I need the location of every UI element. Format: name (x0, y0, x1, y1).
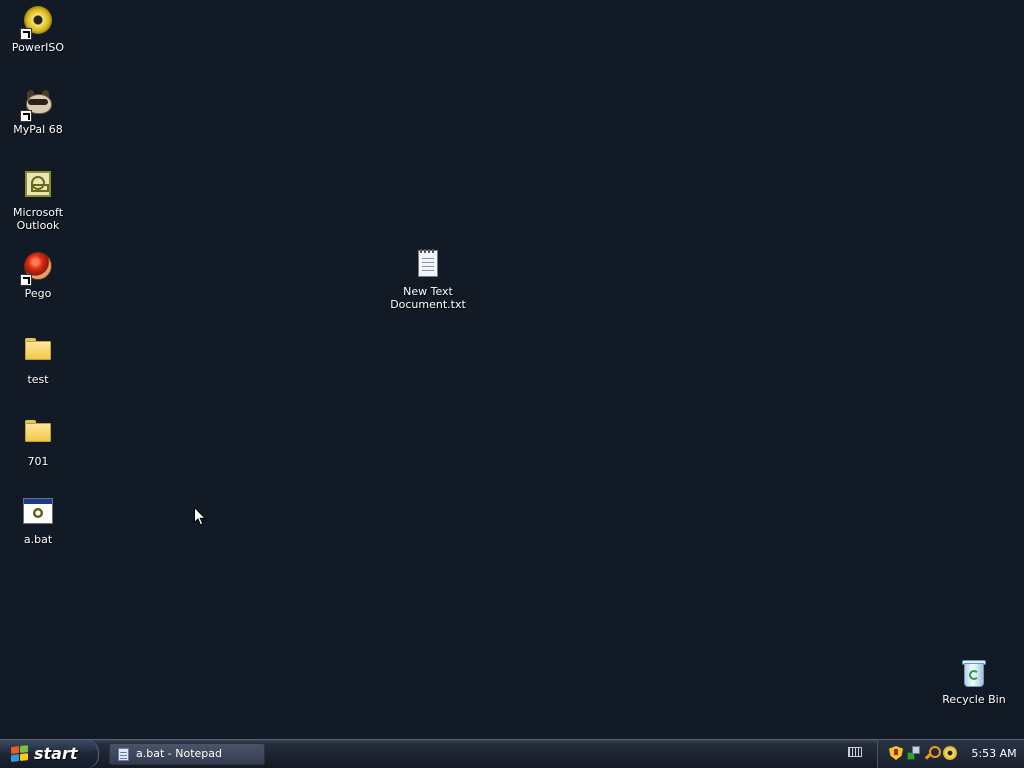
desktop-icon-test-folder[interactable]: test (0, 332, 76, 386)
desktop-icon-label: Recycle Bin (942, 693, 1006, 706)
notepad-icon (118, 748, 129, 761)
desktop-icon-new-text-document[interactable]: New Text Document.txt (390, 248, 466, 311)
desktop-icon-label: test (27, 373, 49, 386)
desktop-icon-mypal[interactable]: MyPal 68 (0, 86, 76, 136)
taskbar: start a.bat - Notepad 5:53 AM (0, 739, 1024, 768)
poweriso-disc-icon (20, 6, 54, 40)
desktop-icon-label: Pego (24, 287, 52, 300)
desktop-icon-label: MyPal 68 (13, 123, 63, 136)
pego-red-orb-icon (20, 252, 54, 286)
network-icon[interactable] (907, 746, 921, 760)
clock[interactable]: 5:53 AM (968, 740, 1020, 768)
shortcut-arrow-icon (20, 110, 32, 122)
taskbar-button-label: a.bat - Notepad (136, 747, 222, 760)
keyboard-icon[interactable] (848, 747, 863, 759)
desktop-icon-label: PowerISO (11, 41, 65, 54)
desktop-icon-recycle-bin[interactable]: Recycle Bin (936, 657, 1012, 706)
system-tray: 5:53 AM (877, 740, 1024, 768)
desktop-icon-a-bat[interactable]: a.bat (0, 495, 76, 546)
start-label: start (34, 744, 78, 763)
desktop-icon-label: Microsoft Outlook (12, 206, 64, 232)
shortcut-arrow-icon (20, 274, 32, 286)
desktop-icon-label: a.bat (23, 533, 53, 546)
recycle-bin-icon (958, 658, 990, 690)
desktop-icon-outlook[interactable]: Microsoft Outlook (0, 168, 76, 232)
windows-flag-icon (11, 745, 29, 763)
poweriso-tray-icon[interactable] (943, 746, 957, 760)
folder-icon (22, 420, 54, 452)
desktop-icon-poweriso[interactable]: PowerISO (0, 4, 76, 54)
batch-file-icon (22, 498, 54, 530)
desktop: PowerISO MyPal 68 Microsoft Outlook Pego… (0, 0, 1024, 739)
shortcut-arrow-icon (20, 28, 32, 40)
notepad-text-file-icon (412, 249, 444, 282)
raccoon-icon (20, 88, 54, 122)
security-shield-icon[interactable] (889, 746, 903, 760)
desktop-icon-pego[interactable]: Pego (0, 250, 76, 300)
desktop-icon-label: 701 (27, 455, 49, 468)
folder-icon (22, 338, 54, 370)
desktop-icon-label: New Text Document.txt (390, 285, 466, 311)
desktop-icon-701-folder[interactable]: 701 (0, 414, 76, 468)
start-button[interactable]: start (0, 740, 99, 768)
mouse-pointer-icon (194, 507, 206, 526)
taskbar-button-notepad[interactable]: a.bat - Notepad (109, 743, 265, 765)
search-icon[interactable] (925, 746, 941, 760)
outlook-icon (22, 171, 54, 203)
